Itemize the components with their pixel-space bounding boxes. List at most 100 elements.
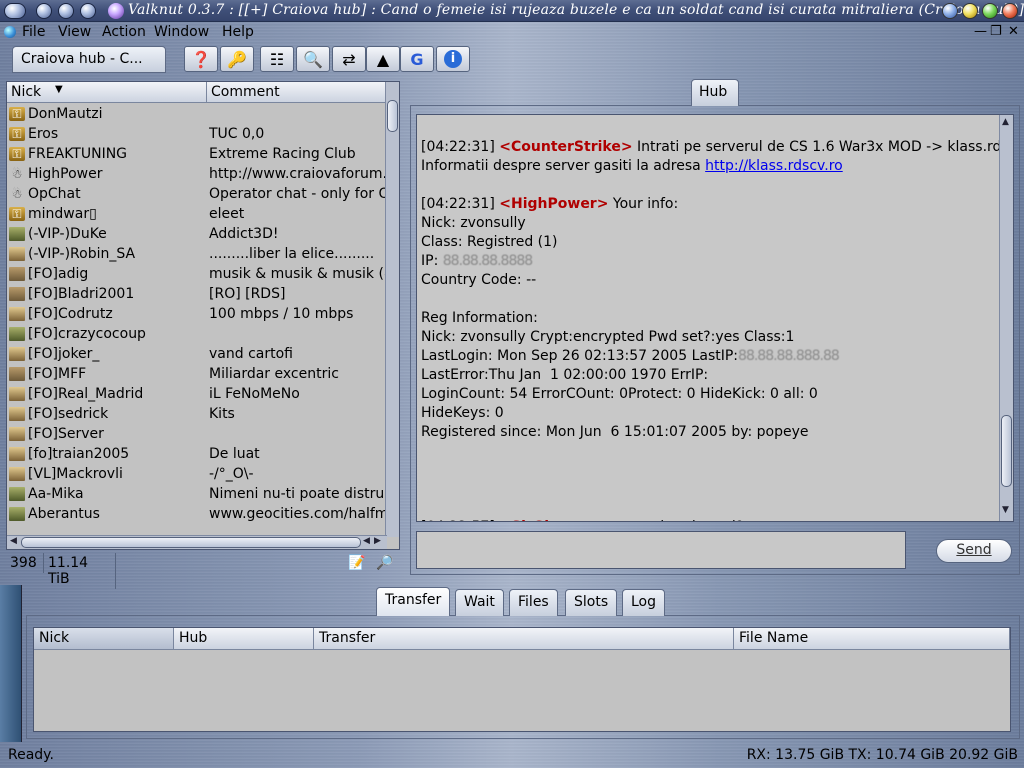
hat-icon[interactable]: ▲ — [366, 46, 400, 72]
op-key-icon: ⚿ — [9, 207, 25, 221]
column-header-filename[interactable]: File Name — [734, 628, 1010, 650]
user-row[interactable]: [FO]Codrutz 100 mbps / 10 mbps — [7, 304, 387, 324]
user-row[interactable]: [FO]sedrick Kits — [7, 404, 387, 424]
tab-files[interactable]: Files — [509, 589, 558, 616]
menu-action[interactable]: Action — [102, 24, 146, 40]
chat-vscroll-thumb[interactable] — [1001, 415, 1012, 487]
user-row[interactable]: (-VIP-)Robin_SA .........liber la elice..… — [7, 244, 387, 264]
menu-view[interactable]: View — [58, 24, 91, 40]
mdi-restore-icon[interactable]: ❐ — [990, 24, 1002, 39]
mdi-minimize-icon[interactable]: — — [974, 24, 987, 39]
user-row[interactable]: [fo]traian2005 De luat — [7, 444, 387, 464]
chat-line — [421, 443, 999, 462]
user-row[interactable]: [FO]Real_Madrid iL FeNoMeNo — [7, 384, 387, 404]
info-icon[interactable]: i — [436, 46, 470, 72]
user-row[interactable]: [FO]Bladri2001 [RO] [RDS] — [7, 284, 387, 304]
tab-transfer[interactable]: Transfer — [376, 587, 451, 616]
status-text: Ready. — [8, 747, 54, 763]
user-row[interactable]: ☃ OpChat Operator chat - only for OP — [7, 184, 387, 204]
chat-line — [421, 291, 999, 310]
user-row[interactable]: ☃ HighPower http://www.craiovaforum.ro — [7, 164, 387, 184]
chat-nick[interactable]: <HighPower> — [499, 196, 608, 212]
chat-input[interactable] — [416, 531, 906, 569]
minimize-icon[interactable] — [962, 3, 978, 19]
user-row[interactable]: [FO]adig musik & musik & musik (&m — [7, 264, 387, 284]
column-header-comment[interactable]: Comment — [207, 82, 387, 103]
help-icon[interactable] — [942, 3, 958, 19]
search-icon[interactable]: 🔍 — [296, 46, 330, 72]
user-row[interactable]: ⚿ Eros TUC 0,0 — [7, 124, 387, 144]
user-row[interactable]: (-VIP-)DuKe Addict3D! — [7, 224, 387, 244]
google-icon[interactable]: G — [400, 46, 434, 72]
chat-nick[interactable]: <CounterStrike> — [499, 139, 632, 155]
chat-vscrollbar[interactable]: ▲ ▼ — [999, 115, 1013, 521]
scroll-left-icon[interactable]: ◀ — [363, 536, 370, 546]
column-header-transfer[interactable]: Transfer — [314, 628, 734, 650]
user-row[interactable]: [FO]crazycocoup — [7, 324, 387, 344]
user-green-icon — [9, 487, 25, 501]
column-header-nick-label: Nick — [11, 84, 42, 100]
chat-lines: [04:22:31] <CounterStrike> Intrati pe se… — [421, 139, 1013, 521]
user-green-icon — [9, 227, 25, 241]
chat-text: Informatii despre server gasiti la adres… — [421, 158, 706, 174]
user-row[interactable]: ⚿ DonMautzi — [7, 104, 387, 124]
browse-icon[interactable]: 🔎 — [376, 555, 393, 571]
user-row[interactable]: Aa-Mika Nimeni nu-ti poate distruge — [7, 484, 387, 504]
tab-hub[interactable]: Hub — [691, 79, 739, 106]
user-row[interactable]: ⚿ mindwar▯ eleet — [7, 204, 387, 224]
tab-log[interactable]: Log — [622, 589, 666, 616]
transfer-table[interactable]: Nick Hub Transfer File Name — [33, 627, 1011, 732]
user-nick: Aberantus — [28, 506, 100, 522]
layers-icon[interactable]: ☷ — [260, 46, 294, 72]
chat-link[interactable]: http://klass.rdscv.ro — [705, 158, 843, 174]
user-box-icon — [9, 367, 25, 381]
above-icon[interactable] — [80, 3, 96, 19]
user-row[interactable]: Aberantus www.geocities.com/halfmo — [7, 504, 387, 524]
user-row[interactable]: [FO]joker_ vand cartofi — [7, 344, 387, 364]
close-icon[interactable] — [1002, 3, 1018, 19]
user-list-vscrollbar[interactable] — [385, 82, 399, 537]
user-list-hscroll-thumb[interactable] — [21, 537, 361, 548]
column-header-nick[interactable]: Nick ▼ — [7, 82, 207, 103]
note-icon[interactable]: 📝 — [348, 555, 365, 571]
menu-file[interactable]: File — [22, 24, 45, 40]
whatsthis-icon[interactable]: ❓ — [184, 46, 218, 72]
user-list[interactable]: Nick ▼ Comment ⚿ DonMautzi ⚿ Eros TUC 0,0 ⚿ FR… — [6, 81, 400, 550]
user-row[interactable]: ⚿ FREAKTUNING Extreme Racing Club — [7, 144, 387, 164]
sticky-icon[interactable] — [36, 3, 52, 19]
chat-line: [04:22:57] <SirGianny> cum vad uptime-ul… — [421, 519, 999, 521]
menu-window[interactable]: Window — [154, 24, 209, 40]
user-comment: www.geocities.com/halfmo — [209, 506, 387, 522]
user-row[interactable]: [VL]Mackrovli -/°_O\- — [7, 464, 387, 484]
scroll-left-icon[interactable]: ◀ — [10, 536, 17, 546]
column-header-nick[interactable]: Nick — [34, 628, 174, 650]
send-button[interactable]: Send — [936, 539, 1012, 563]
user-nick: [fo]traian2005 — [28, 446, 130, 462]
shade-icon[interactable] — [58, 3, 74, 19]
tab-wait[interactable]: Wait — [455, 589, 504, 616]
sort-down-icon: ▼ — [55, 84, 63, 95]
user-nick: [FO]sedrick — [28, 406, 109, 422]
tab-slots[interactable]: Slots — [565, 589, 618, 616]
user-list-hscrollbar[interactable]: ◀ ◀ ▶ — [7, 535, 387, 549]
mdi-close-icon[interactable]: ✕ — [1008, 24, 1019, 39]
transfer-icon[interactable]: ⇄ — [332, 46, 366, 72]
user-comment: Nimeni nu-ti poate distruge — [209, 486, 387, 502]
chat-view[interactable]: [04:22:31] <CounterStrike> Intrati pe se… — [416, 114, 1014, 522]
user-fo-icon — [9, 407, 25, 421]
maximize-icon[interactable] — [982, 3, 998, 19]
user-nick: [FO]adig — [28, 266, 89, 282]
user-list-vscroll-thumb[interactable] — [387, 100, 398, 132]
window-menu-icon[interactable] — [4, 3, 26, 19]
column-header-hub[interactable]: Hub — [174, 628, 314, 650]
scroll-right-icon[interactable]: ▶ — [374, 536, 381, 546]
hub-window-tab[interactable]: Craiova hub - C... — [12, 46, 166, 73]
user-row[interactable]: [FO]Server — [7, 424, 387, 444]
scroll-up-icon[interactable]: ▲ — [1002, 117, 1009, 127]
chat-text: Intrati pe serverul de CS 1.6 War3x MOD … — [632, 139, 1014, 155]
user-row[interactable]: [FO]MFF Miliardar excentric — [7, 364, 387, 384]
chat-nick[interactable]: <SirGianny> — [499, 519, 599, 521]
connect-icon[interactable]: 🔑 — [220, 46, 254, 72]
scroll-down-icon[interactable]: ▼ — [1002, 505, 1009, 515]
menu-help[interactable]: Help — [222, 24, 254, 40]
